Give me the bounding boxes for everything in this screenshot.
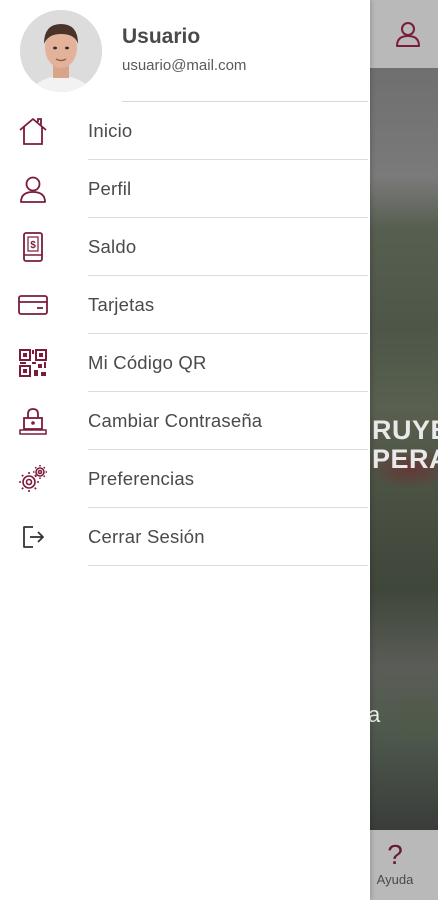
menu-item-perfil[interactable]: Perfil <box>0 160 370 218</box>
help-label: Ayuda <box>376 872 414 887</box>
logout-icon <box>16 521 50 553</box>
menu-item-saldo[interactable]: $ Saldo <box>0 218 370 276</box>
menu-label: Perfil <box>88 178 132 199</box>
home-icon <box>16 115 50 147</box>
menu-label: Inicio <box>88 120 133 141</box>
profile-icon[interactable] <box>392 18 424 50</box>
question-mark-icon: ? <box>387 839 403 870</box>
menu-label: Tarjetas <box>88 294 155 315</box>
drawer-menu: Inicio Perfil $ Saldo Tarjetas Mi Código… <box>0 102 370 566</box>
gears-icon <box>16 463 50 495</box>
menu-item-inicio[interactable]: Inicio <box>0 102 370 160</box>
svg-text:$: $ <box>30 240 36 251</box>
card-icon <box>16 289 50 321</box>
balance-phone-icon: $ <box>16 231 50 263</box>
menu-item-cambiar-contrasena[interactable]: Cambiar Contraseña <box>0 392 370 450</box>
navigation-drawer: Usuario usuario@mail.com Inicio Perfil $… <box>0 0 370 900</box>
menu-label: Cambiar Contraseña <box>88 410 263 431</box>
lock-password-icon <box>16 405 50 437</box>
user-email: usuario@mail.com <box>122 57 247 74</box>
menu-item-cerrar-sesion[interactable]: Cerrar Sesión <box>0 508 370 566</box>
person-icon <box>16 173 50 205</box>
menu-item-qr[interactable]: Mi Código QR <box>0 334 370 392</box>
menu-label: Cerrar Sesión <box>88 526 205 547</box>
qr-code-icon <box>16 347 50 379</box>
menu-divider <box>88 565 368 566</box>
user-name: Usuario <box>122 25 201 48</box>
menu-item-tarjetas[interactable]: Tarjetas <box>0 276 370 334</box>
avatar[interactable] <box>20 10 102 92</box>
menu-item-preferencias[interactable]: Preferencias <box>0 450 370 508</box>
menu-label: Preferencias <box>88 468 195 489</box>
menu-label: Saldo <box>88 236 137 257</box>
help-button[interactable]: ? Ayuda <box>370 839 420 888</box>
background-banner-text: RUYE PERA <box>372 415 438 474</box>
menu-label: Mi Código QR <box>88 352 207 373</box>
